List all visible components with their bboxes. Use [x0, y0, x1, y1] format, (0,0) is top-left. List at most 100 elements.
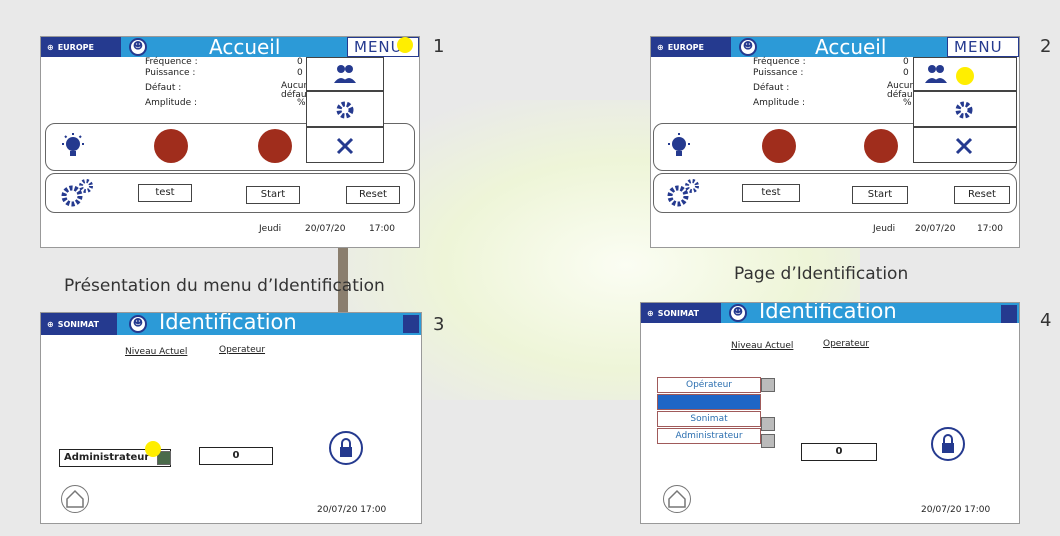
user-level-icon[interactable]: ☻ [129, 315, 147, 333]
tools-icon [955, 137, 973, 155]
operator-link[interactable]: Operateur [219, 345, 265, 355]
scroll-up-icon[interactable] [761, 378, 775, 392]
current-level-link[interactable]: Niveau Actuel [731, 341, 793, 351]
screen-number-3: 3 [433, 314, 445, 335]
menu-hamburger-icon[interactable] [403, 315, 419, 333]
reset-button[interactable]: Reset [954, 186, 1010, 204]
power-value: 0 [297, 68, 303, 78]
europe-logo: ⊕ EUROPE [41, 37, 121, 57]
start-button[interactable]: Start [852, 186, 908, 204]
user-level-icon[interactable]: ☻ [739, 38, 757, 56]
menu-users-button[interactable] [913, 57, 1017, 91]
globe-icon: ⊕ [47, 319, 54, 329]
power-value: 0 [903, 68, 909, 78]
footer-date: 20/07/20 [305, 224, 346, 234]
frequency-value: 0 [297, 57, 303, 67]
sonimat-logo: ⊕ SONIMAT [641, 303, 721, 323]
status-dot-2[interactable] [258, 129, 292, 163]
test-button[interactable]: test [742, 184, 800, 202]
list-item[interactable]: Administrateur [657, 428, 761, 444]
users-icon [334, 65, 356, 83]
caption-right: Page d’Identification [734, 264, 909, 284]
user-level-icon[interactable]: ☻ [129, 38, 147, 56]
menu-hamburger-icon[interactable] [1001, 305, 1017, 323]
gear-icon [955, 101, 973, 119]
menu-tools-button[interactable] [306, 127, 384, 163]
page-title: Accueil [209, 36, 281, 59]
operator-link[interactable]: Operateur [823, 339, 869, 349]
highlight-dot [956, 67, 974, 85]
current-level-link[interactable]: Niveau Actuel [125, 347, 187, 357]
frequency-value: 0 [903, 57, 909, 67]
users-icon [925, 65, 947, 83]
caption-left: Présentation du menu d’Identification [64, 276, 385, 296]
control-card: test Start Reset [653, 173, 1017, 213]
screen-number-2: 2 [1040, 36, 1052, 57]
lock-icon[interactable] [329, 431, 363, 465]
amplitude-unit: % [903, 98, 912, 108]
level-dropdown-value: Administrateur [64, 452, 150, 463]
screen-2-accueil: ⊕EUROPE ☻ Accueil MENU Fréquence : 0 Hz … [650, 36, 1020, 248]
menu-settings-button[interactable] [306, 91, 384, 127]
europe-logo: ⊕ EUROPE [651, 37, 731, 57]
control-card: test Start Reset [45, 173, 415, 213]
globe-icon: ⊕ [657, 42, 664, 52]
frequency-label: Fréquence : [145, 57, 198, 67]
page-title: Identification [159, 312, 297, 334]
list-item-selected[interactable] [657, 394, 761, 410]
home-icon[interactable] [663, 485, 691, 513]
screen-number-1: 1 [433, 36, 445, 57]
fault-label: Défaut : [145, 83, 182, 93]
lock-icon[interactable] [931, 427, 965, 461]
globe-icon: ⊕ [47, 42, 54, 52]
lightbulb-icon [668, 133, 690, 156]
test-button[interactable]: test [138, 184, 192, 202]
list-item[interactable]: Opérateur [657, 377, 761, 393]
level-list: Opérateur Sonimat Administrateur [657, 377, 761, 445]
footer-time: 17:00 [977, 224, 1003, 234]
page-title: Accueil [815, 36, 887, 59]
fault-label: Défaut : [753, 83, 790, 93]
page-title: Identification [759, 302, 897, 323]
sonimat-logo: ⊕ SONIMAT [41, 313, 117, 335]
power-label: Puissance : [145, 68, 196, 78]
menu-tools-button[interactable] [913, 127, 1017, 163]
amplitude-label: Amplitude : [145, 98, 198, 108]
footer-datetime: 20/07/20 17:00 [317, 505, 387, 515]
amplitude-label: Amplitude : [753, 98, 806, 108]
menu-button[interactable]: MENU [947, 37, 1019, 57]
globe-icon: ⊕ [647, 308, 654, 318]
user-level-icon[interactable]: ☻ [729, 304, 747, 322]
status-dot-1[interactable] [762, 129, 796, 163]
lightbulb-icon [62, 133, 84, 156]
highlight-dot [145, 441, 161, 457]
screen-3-identification: ⊕ SONIMAT ☻ Identification Niveau Actuel … [40, 312, 422, 524]
status-dot-1[interactable] [154, 129, 188, 163]
tools-icon [336, 137, 354, 155]
gears-icon [667, 179, 699, 207]
screen-1-accueil: ⊕EUROPE ☻ Accueil MENU Fréquence : 0 Hz … [40, 36, 420, 248]
footer-date: 20/07/20 [915, 224, 956, 234]
list-item[interactable]: Sonimat [657, 411, 761, 427]
scroll-down-icon[interactable] [761, 434, 775, 448]
screen-4-identification: ⊕ SONIMAT ☻ Identification Niveau Actuel … [640, 302, 1020, 524]
gear-icon [336, 101, 354, 119]
footer-day: Jeudi [259, 224, 282, 234]
frequency-label: Fréquence : [753, 57, 806, 67]
footer-datetime: 20/07/20 17:00 [921, 505, 991, 515]
footer-time: 17:00 [369, 224, 395, 234]
home-icon[interactable] [61, 485, 89, 513]
reset-button[interactable]: Reset [346, 186, 400, 204]
menu-users-button[interactable] [306, 57, 384, 91]
footer-day: Jeudi [873, 224, 896, 234]
screen-number-4: 4 [1040, 310, 1052, 331]
scroll-down-icon[interactable] [761, 417, 775, 431]
code-input[interactable]: 0 [199, 447, 273, 465]
amplitude-unit: % [297, 98, 306, 108]
power-label: Puissance : [753, 68, 804, 78]
highlight-dot [397, 37, 413, 53]
code-input[interactable]: 0 [801, 443, 877, 461]
start-button[interactable]: Start [246, 186, 300, 204]
menu-settings-button[interactable] [913, 91, 1017, 127]
status-dot-2[interactable] [864, 129, 898, 163]
